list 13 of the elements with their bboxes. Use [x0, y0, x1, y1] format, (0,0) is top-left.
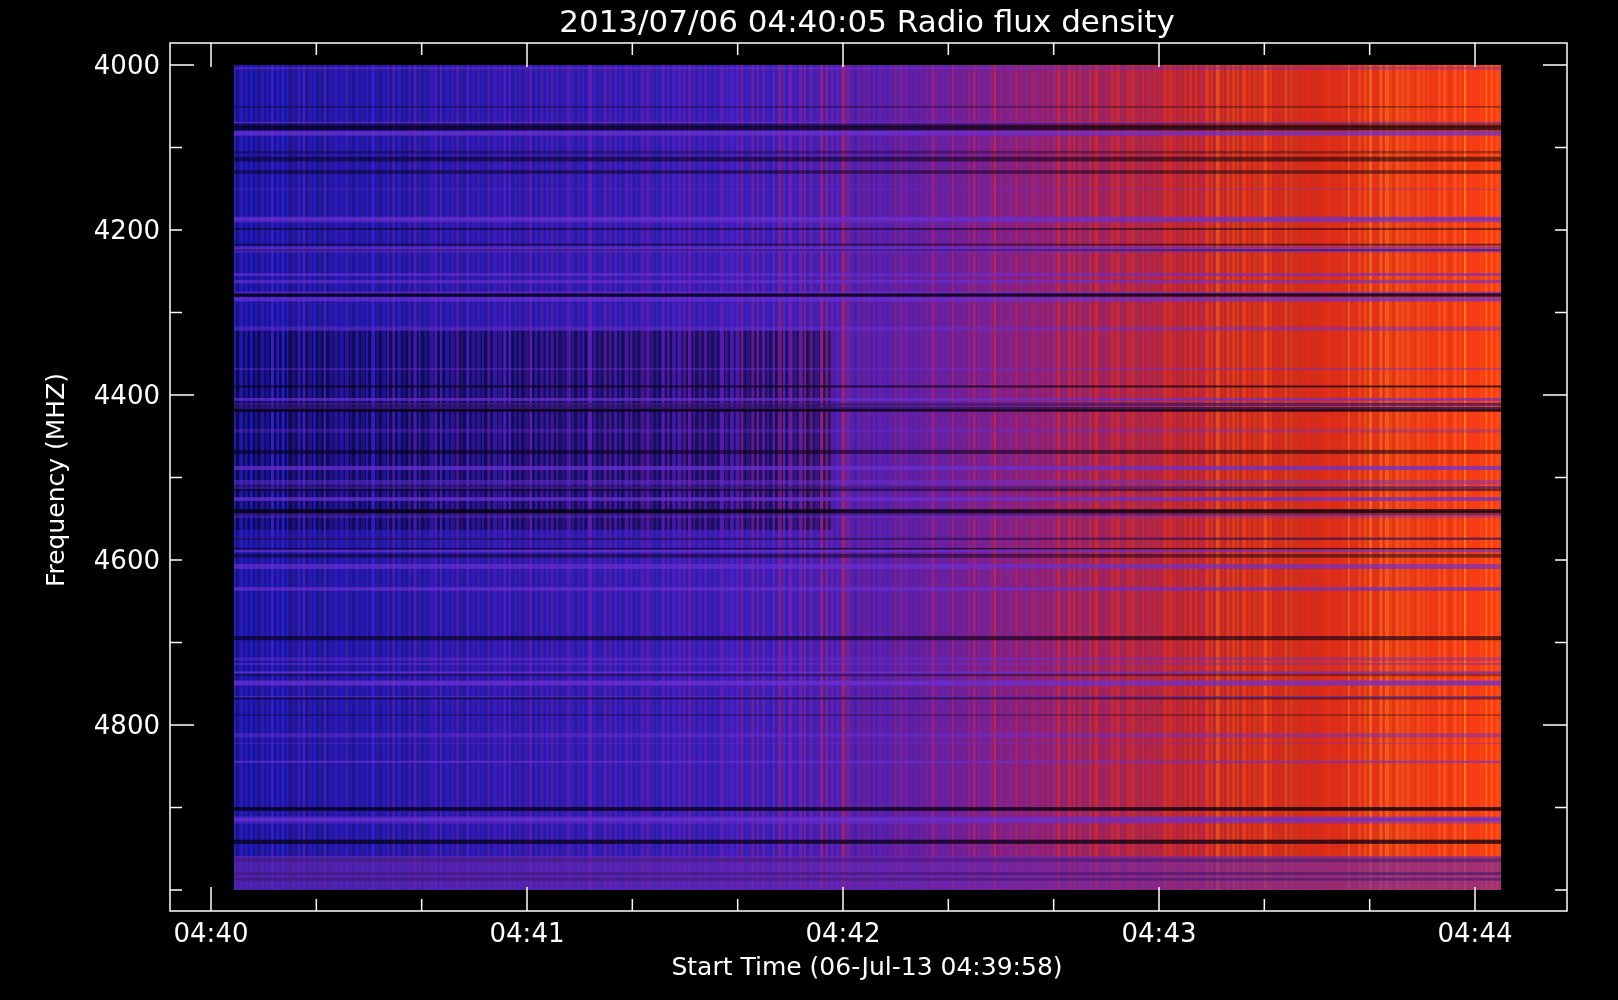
x-tick-label: 04:43	[1121, 918, 1197, 948]
y-tick-label: 4600	[93, 545, 160, 576]
x-tick-label: 04:40	[173, 918, 249, 948]
x-tick-label: 04:44	[1437, 918, 1513, 948]
y-tick-label: 4000	[93, 50, 160, 81]
x-tick-label: 04:41	[489, 918, 565, 948]
y-tick-label: 4400	[93, 380, 160, 411]
y-axis-title: Frequency (MHZ)	[41, 372, 70, 588]
x-tick-label: 04:42	[805, 918, 881, 948]
chart-title: 2013/07/06 04:40:05 Radio flux density	[559, 3, 1175, 39]
x-axis-title: Start Time (06-Jul-13 04:39:58)	[671, 952, 1063, 981]
y-tick-label: 4800	[93, 710, 160, 741]
y-tick-label: 4200	[93, 215, 160, 246]
